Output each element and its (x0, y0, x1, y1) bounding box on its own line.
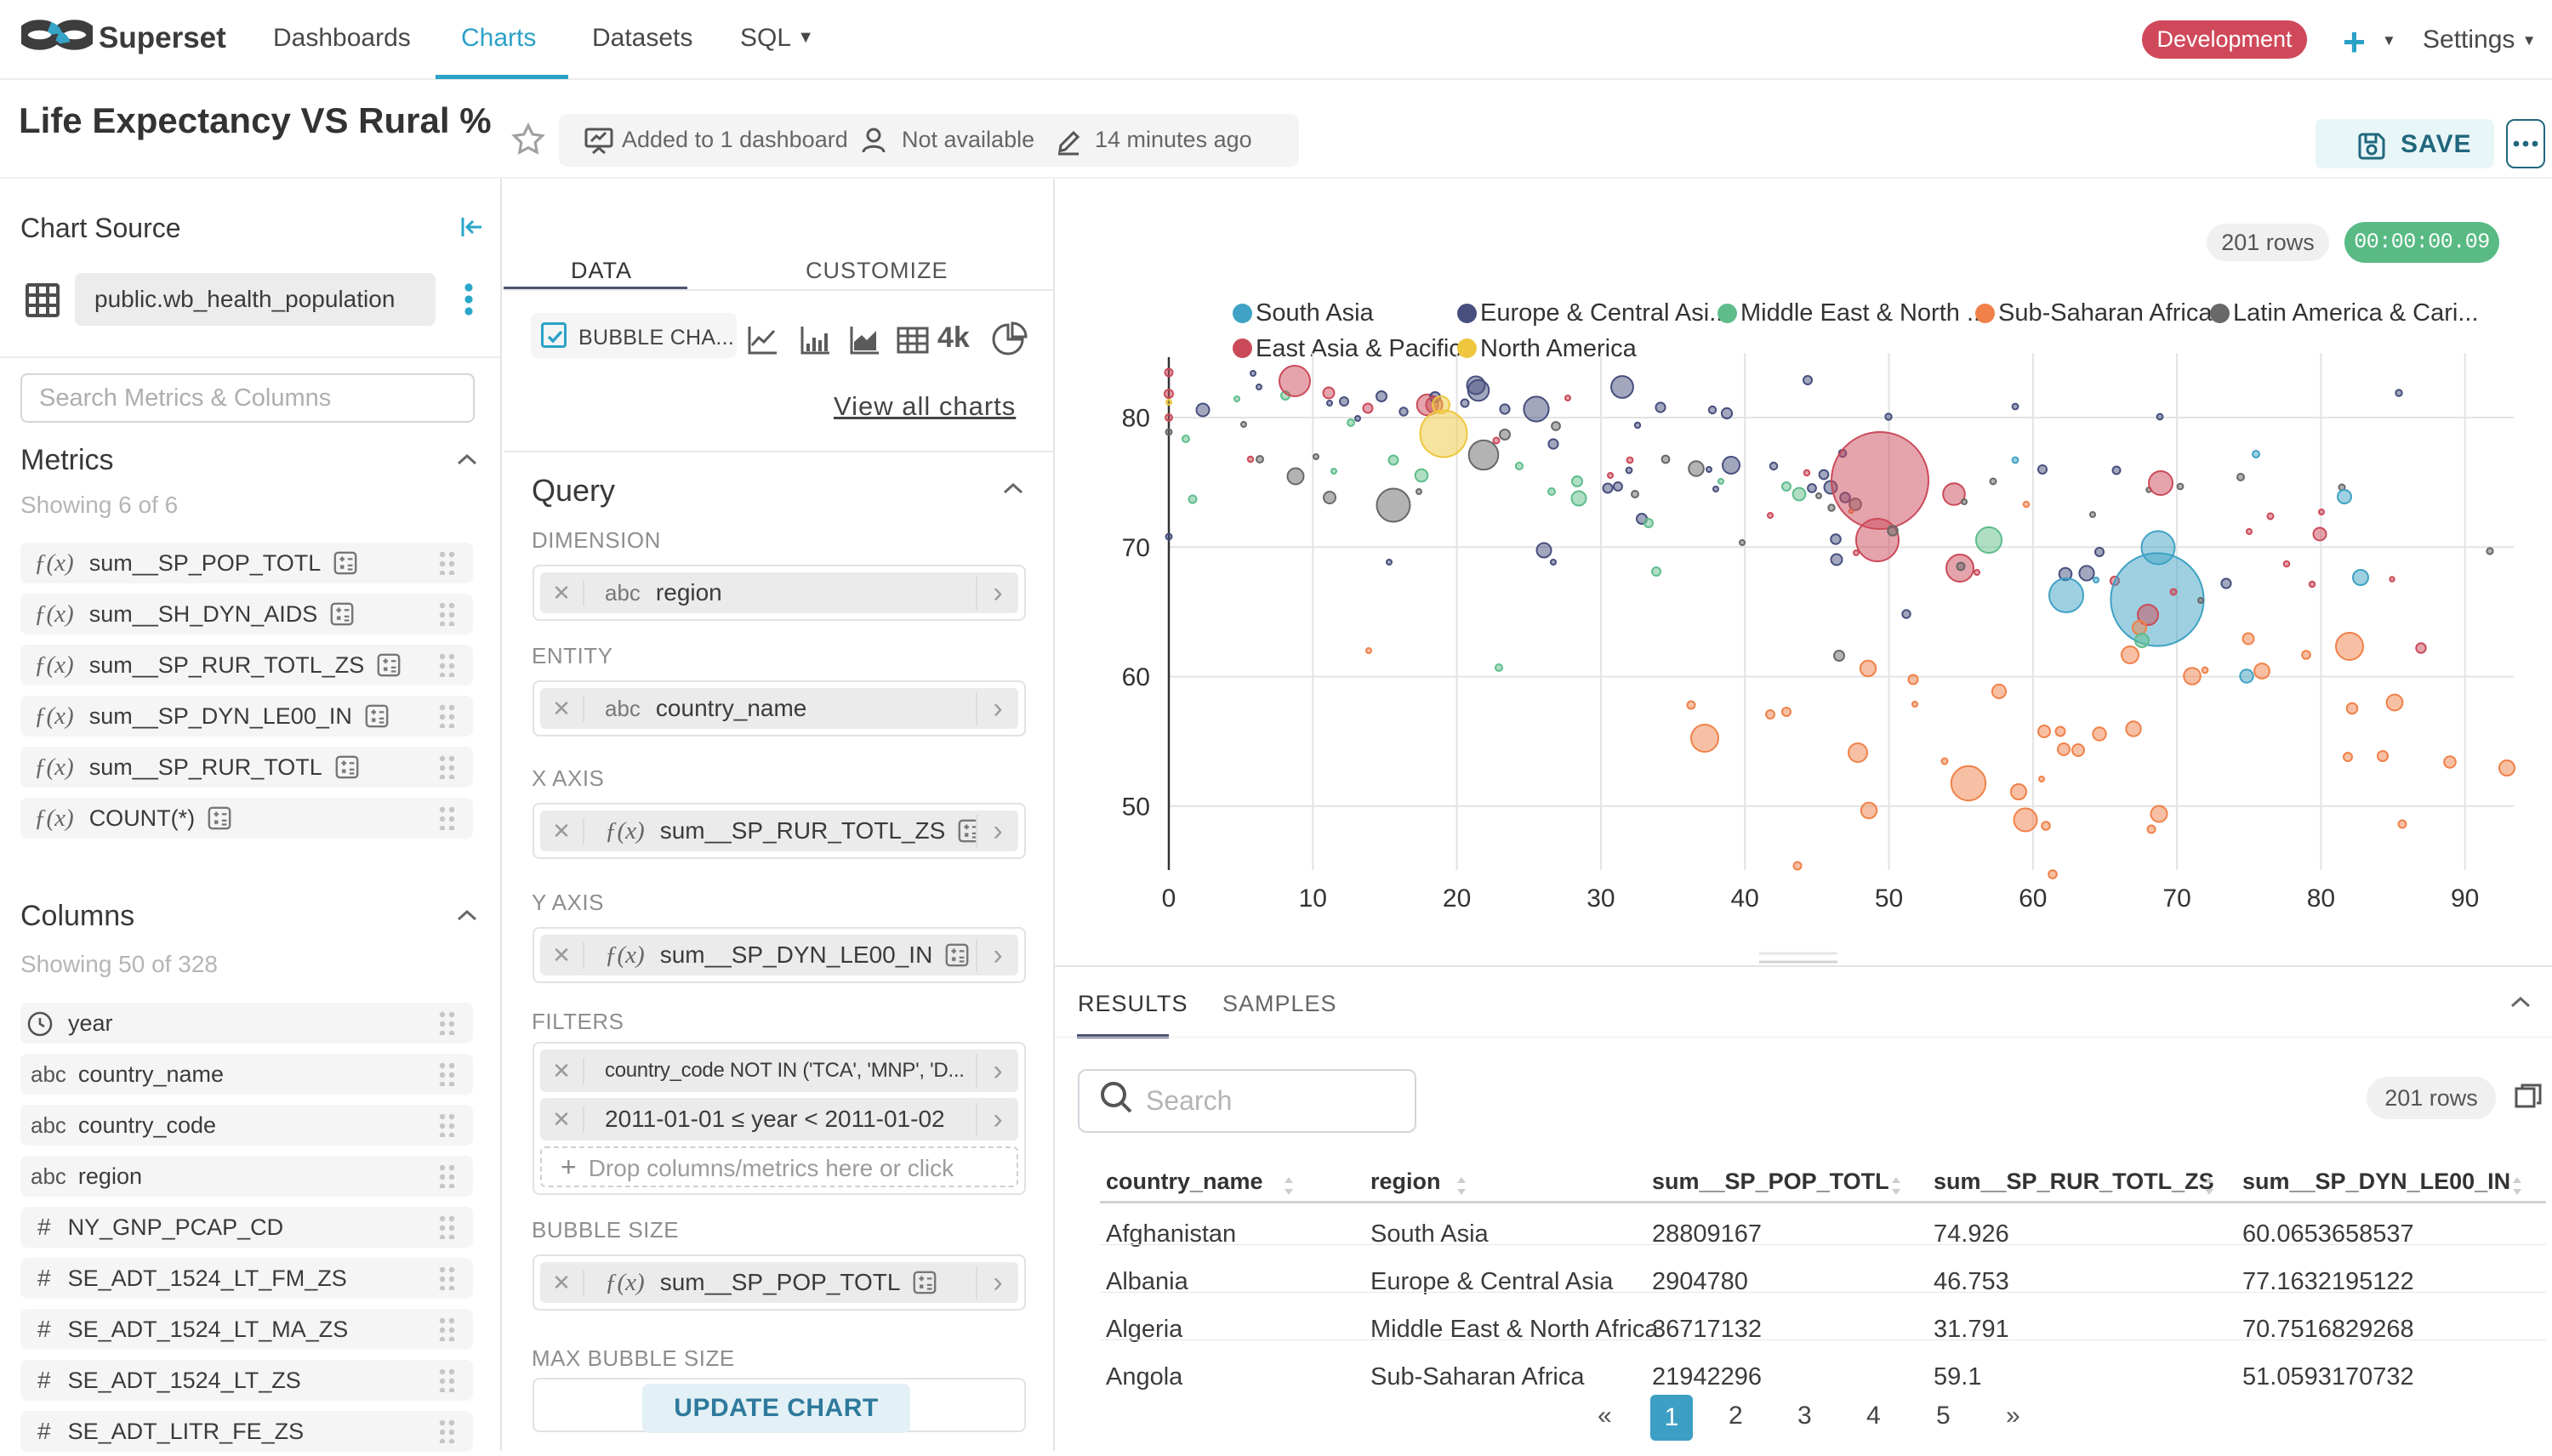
svg-text:10: 10 (1299, 884, 1327, 913)
svg-text:50: 50 (1122, 793, 1150, 821)
svg-text:70: 70 (2162, 884, 2190, 913)
svg-text:70: 70 (1122, 534, 1150, 562)
svg-text:30: 30 (1586, 884, 1615, 913)
svg-text:0: 0 (1162, 884, 1176, 913)
svg-text:20: 20 (1443, 884, 1471, 913)
svg-text:50: 50 (1875, 884, 1903, 913)
svg-text:80: 80 (1122, 405, 1150, 433)
svg-text:90: 90 (2451, 884, 2479, 913)
svg-text:40: 40 (1731, 884, 1759, 913)
svg-text:80: 80 (2307, 884, 2335, 913)
svg-text:60: 60 (2019, 884, 2047, 913)
svg-text:60: 60 (1122, 663, 1150, 691)
